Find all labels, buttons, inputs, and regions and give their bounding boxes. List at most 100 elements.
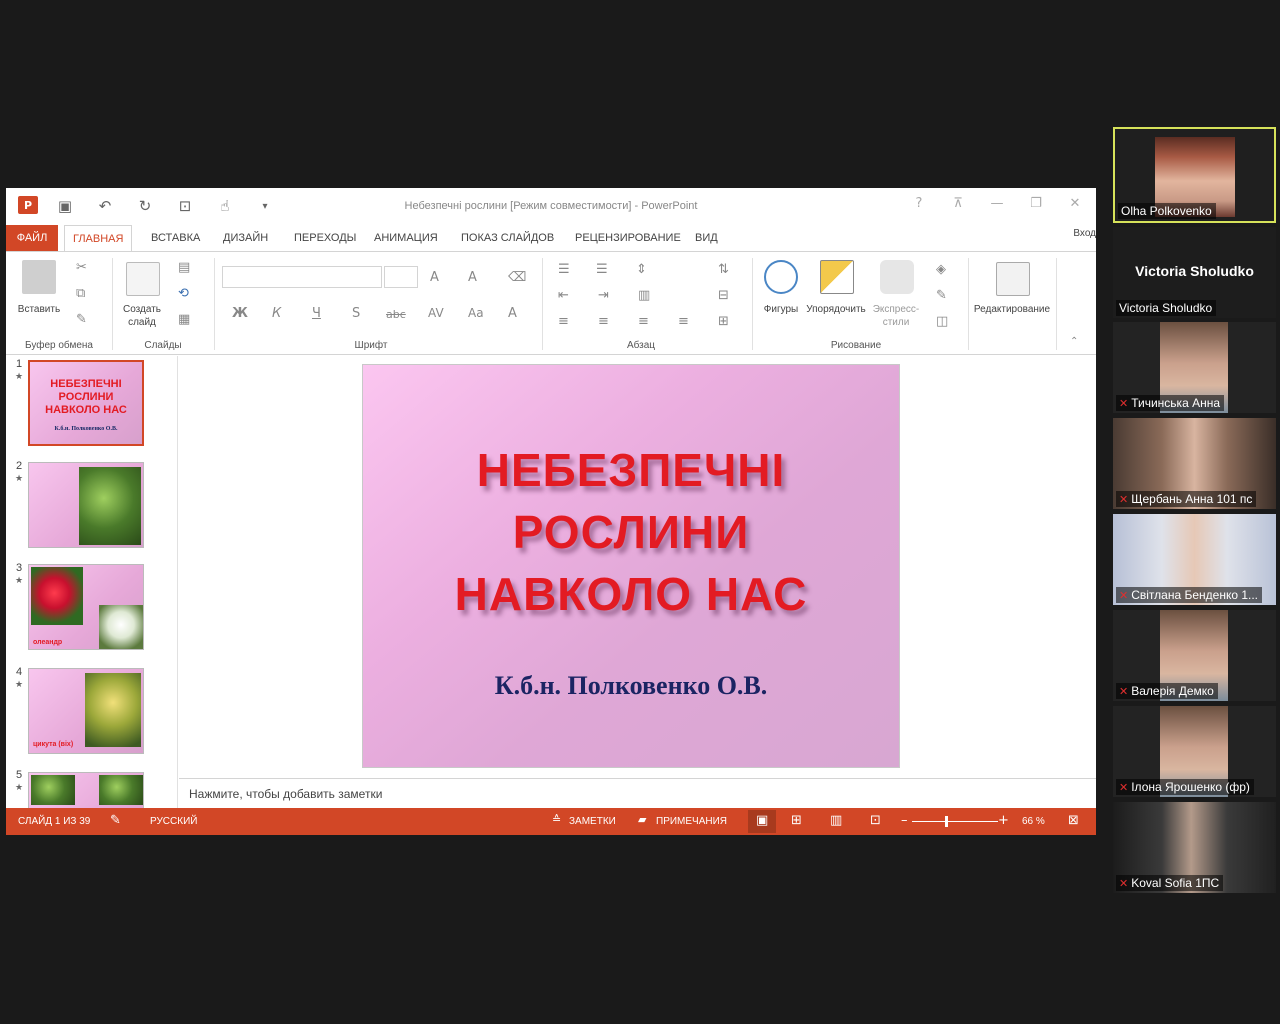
paste-icon[interactable] [22, 260, 56, 294]
tab-design[interactable]: ДИЗАЙН [215, 225, 276, 251]
minimize-button[interactable]: — [986, 196, 1008, 216]
tab-insert[interactable]: ВСТАВКА [143, 225, 208, 251]
participant-tile[interactable]: ✕ Koval Sofia 1ПС [1113, 802, 1276, 893]
shape-effects-icon[interactable]: ◫ [936, 314, 948, 329]
shape-outline-icon[interactable]: ✎ [936, 288, 947, 303]
cut-icon[interactable]: ✂ [76, 260, 87, 275]
binoculars-icon[interactable] [996, 262, 1030, 296]
quick-styles-label-1[interactable]: Экспресс- [868, 304, 924, 315]
align-center-icon[interactable]: ≡ [598, 314, 609, 329]
tab-file[interactable]: ФАЙЛ [6, 225, 58, 251]
ribbon-display-options-icon[interactable]: ⊼ [947, 196, 969, 216]
new-slide-label-2[interactable]: слайд [114, 317, 170, 328]
char-spacing-button[interactable]: AV [428, 306, 444, 320]
zoom-level[interactable]: 66 % [1022, 816, 1045, 827]
increase-font-icon[interactable]: A [430, 270, 439, 285]
section-icon[interactable]: ▦ [178, 312, 190, 327]
participant-tile[interactable]: ✕ Тичинська Анна [1113, 322, 1276, 413]
text-direction-icon[interactable]: ⇅ [718, 262, 729, 277]
numbering-icon[interactable]: ☰ [596, 262, 608, 277]
participant-tile[interactable]: ✕ Ілона Ярошенко (фр) [1113, 706, 1276, 797]
arrange-icon[interactable] [820, 260, 854, 294]
tab-review[interactable]: РЕЦЕНЗИРОВАНИЕ [567, 225, 689, 251]
zoom-slider[interactable] [912, 821, 998, 822]
participant-tile-host[interactable]: Olha Polkovenko [1113, 127, 1276, 223]
tab-animation[interactable]: АНИМАЦИЯ [366, 225, 446, 251]
slide-thumbnail-1[interactable]: НЕБЕЗПЕЧНІ РОСЛИНИ НАВКОЛО НАС К.б.н. По… [28, 360, 144, 446]
slide-thumbnail-3[interactable]: олеандр [28, 564, 144, 650]
zoom-out-icon[interactable]: – [901, 813, 908, 828]
slide-thumbnail-5[interactable] [28, 772, 144, 808]
line-spacing-icon[interactable]: ⇕ [636, 262, 647, 277]
restore-button[interactable]: ❐ [1025, 196, 1047, 216]
shapes-label[interactable]: Фигуры [756, 304, 806, 315]
slide-editor: НЕБЕЗПЕЧНІ РОСЛИНИ НАВКОЛО НАС К.б.н. По… [179, 356, 1096, 778]
columns-icon[interactable]: ▥ [638, 288, 650, 303]
smartart-icon[interactable]: ⊞ [718, 314, 729, 329]
align-text-icon[interactable]: ⊟ [718, 288, 729, 303]
slide-thumbnail-4[interactable]: цикута (віх) [28, 668, 144, 754]
quick-styles-label-2[interactable]: стили [868, 317, 924, 328]
change-case-button[interactable]: Aa [468, 306, 484, 320]
strikethrough-button[interactable]: abc [386, 308, 406, 321]
editing-label[interactable]: Редактирование [972, 304, 1052, 315]
bold-button[interactable]: Ж [232, 306, 248, 321]
paste-label[interactable]: Вставить [14, 304, 64, 315]
comments-icon[interactable]: ▰ [638, 813, 646, 826]
spelling-check-icon[interactable]: ✎ [110, 813, 121, 828]
mouse-cursor-icon: ↖ [1081, 200, 1095, 219]
participant-tile[interactable]: ✕ Світлана Бенденко 1... [1113, 514, 1276, 605]
shape-fill-icon[interactable]: ◈ [936, 262, 946, 277]
participant-tile[interactable]: ✕ Щербань Анна 101 пс [1113, 418, 1276, 509]
decrease-indent-icon[interactable]: ⇤ [558, 288, 569, 303]
new-slide-label-1[interactable]: Создать [114, 304, 170, 315]
slide-subtitle[interactable]: К.б.н. Полковенко О.В. [363, 671, 899, 701]
new-slide-icon[interactable] [126, 262, 160, 296]
separator [1056, 258, 1057, 350]
format-painter-icon[interactable]: ✎ [76, 312, 87, 327]
reset-icon[interactable]: ⟲ [178, 286, 189, 301]
notes-icon[interactable]: ≙ [552, 813, 561, 826]
increase-indent-icon[interactable]: ⇥ [598, 288, 609, 303]
align-right-icon[interactable]: ≡ [638, 314, 649, 329]
language-indicator[interactable]: РУССКИЙ [150, 816, 197, 827]
slide-title[interactable]: НЕБЕЗПЕЧНІ РОСЛИНИ НАВКОЛО НАС [363, 439, 899, 625]
participant-tile[interactable]: Victoria Sholudko Victoria Sholudko [1113, 227, 1276, 318]
tab-view[interactable]: ВИД [687, 225, 726, 251]
font-name-combo[interactable] [222, 266, 382, 288]
slideshow-icon[interactable]: ⊡ [870, 813, 881, 828]
fit-to-window-icon[interactable]: ⊠ [1068, 813, 1079, 828]
slide-sorter-icon[interactable]: ⊞ [791, 813, 802, 828]
reading-view-icon[interactable]: ▥ [830, 813, 842, 828]
notes-button[interactable]: ЗАМЕТКИ [569, 816, 616, 827]
justify-icon[interactable]: ≡ [678, 314, 689, 329]
bullets-icon[interactable]: ☰ [558, 262, 570, 277]
current-slide[interactable]: НЕБЕЗПЕЧНІ РОСЛИНИ НАВКОЛО НАС К.б.н. По… [362, 364, 900, 768]
comments-button[interactable]: ПРИМЕЧАНИЯ [656, 816, 727, 827]
shadow-button[interactable]: S [352, 306, 360, 321]
font-size-combo[interactable] [384, 266, 418, 288]
decrease-font-icon[interactable]: A [468, 270, 477, 285]
zoom-in-icon[interactable]: + [998, 813, 1009, 828]
layout-icon[interactable]: ▤ [178, 260, 190, 275]
align-left-icon[interactable]: ≡ [558, 314, 569, 329]
notes-pane[interactable]: Нажмите, чтобы добавить заметки [179, 778, 1096, 808]
quick-styles-icon[interactable] [880, 260, 914, 294]
copy-icon[interactable]: ⧉ [76, 286, 85, 301]
slide-counter[interactable]: СЛАЙД 1 ИЗ 39 [18, 816, 90, 827]
font-color-button[interactable]: A [508, 306, 517, 321]
help-button[interactable]: ? [908, 196, 930, 216]
slide-thumbnail-2[interactable] [28, 462, 144, 548]
shapes-icon[interactable] [764, 260, 798, 294]
participant-tile[interactable]: ✕ Валерія Демко [1113, 610, 1276, 701]
notes-placeholder[interactable]: Нажмите, чтобы добавить заметки [189, 787, 382, 801]
zoom-slider-thumb[interactable] [945, 816, 949, 827]
collapse-ribbon-icon[interactable]: ⌃ [1070, 336, 1078, 347]
clear-formatting-icon[interactable]: ⌫ [508, 270, 526, 285]
italic-button[interactable]: К [272, 306, 281, 321]
tab-home[interactable]: ГЛАВНАЯ [64, 225, 133, 252]
arrange-label[interactable]: Упорядочить [804, 304, 868, 315]
tab-transitions[interactable]: ПЕРЕХОДЫ [286, 225, 364, 251]
tab-slideshow[interactable]: ПОКАЗ СЛАЙДОВ [453, 225, 562, 251]
underline-button[interactable]: Ч [312, 306, 321, 321]
